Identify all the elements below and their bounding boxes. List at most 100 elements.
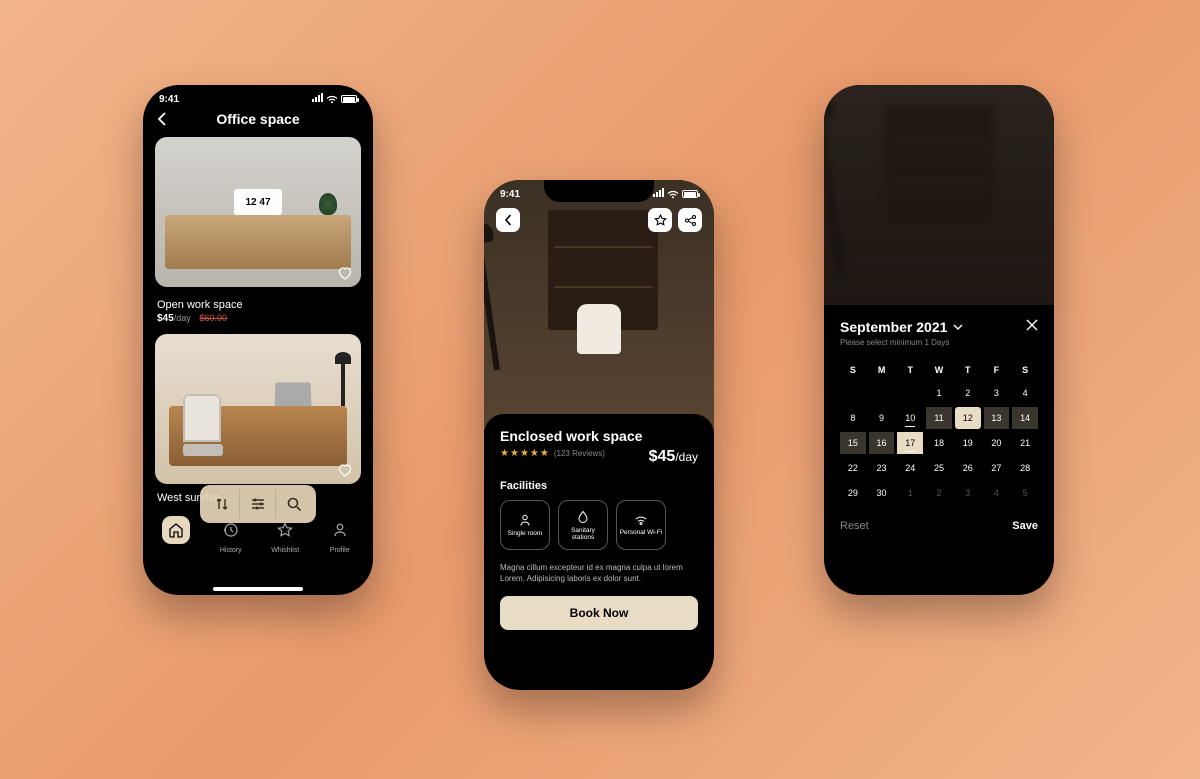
clock-display: 12 47 <box>234 189 282 215</box>
action-bar <box>200 485 316 523</box>
calendar-day[interactable]: 18 <box>926 432 952 454</box>
listing-old-price: $60.00 <box>199 313 227 323</box>
month-selector[interactable]: September 2021 <box>840 319 963 335</box>
signal-icon <box>652 188 664 200</box>
listing-image: 12 47 <box>155 137 361 287</box>
close-button[interactable] <box>1026 319 1038 331</box>
listing-image <box>155 334 361 484</box>
status-time: 9:41 <box>500 189 520 200</box>
calendar-day[interactable]: 14 <box>1012 407 1038 429</box>
dow-label: S <box>1012 361 1038 379</box>
star-icon <box>277 522 293 538</box>
calendar-day[interactable]: 4 <box>1012 382 1038 404</box>
calendar-day[interactable]: 8 <box>840 407 866 429</box>
star-icon <box>654 214 667 227</box>
favorite-button[interactable] <box>337 266 353 281</box>
calendar-day[interactable]: 25 <box>926 457 952 479</box>
battery-icon <box>682 190 698 198</box>
calendar-day[interactable]: 15 <box>840 432 866 454</box>
calendar-day <box>897 382 923 404</box>
calendar-day[interactable]: 17 <box>897 432 923 454</box>
calendar-day[interactable]: 3 <box>984 382 1010 404</box>
calendar-day[interactable]: 9 <box>869 407 895 429</box>
save-button[interactable]: Save <box>1012 520 1038 532</box>
listing-name: Open work space <box>157 299 359 311</box>
favorite-button[interactable] <box>648 208 672 232</box>
page-title: Office space <box>157 111 359 127</box>
search-button[interactable] <box>276 489 312 519</box>
calendar-day[interactable]: 5 <box>1012 482 1038 504</box>
calendar-day[interactable]: 10 <box>897 407 923 429</box>
calendar-day[interactable]: 27 <box>984 457 1010 479</box>
facility-item: Single room <box>500 500 550 550</box>
nav-profile[interactable]: Profile <box>326 516 354 554</box>
calendar-day[interactable]: 16 <box>869 432 895 454</box>
calendar-day[interactable]: 26 <box>955 457 981 479</box>
listing-price-per: /day <box>174 313 191 323</box>
sort-button[interactable] <box>204 489 240 519</box>
listing-card[interactable] <box>155 334 361 484</box>
heart-icon <box>337 463 353 478</box>
calendar-day[interactable]: 12 <box>955 407 981 429</box>
phone-detail: 9:41 Enclosed work space ★★★★★ (123 Revi… <box>484 180 714 690</box>
facilities-heading: Facilities <box>500 480 698 492</box>
detail-title: Enclosed work space <box>500 428 698 444</box>
listing-price: $45 <box>157 313 174 324</box>
filter-icon <box>251 498 265 510</box>
dow-label: W <box>926 361 952 379</box>
battery-icon <box>341 95 357 103</box>
calendar-day[interactable]: 1 <box>926 382 952 404</box>
home-indicator <box>213 587 303 591</box>
status-bar: 9:41 <box>143 85 373 107</box>
chevron-left-icon <box>504 214 512 226</box>
calendar-day[interactable]: 24 <box>897 457 923 479</box>
reset-button[interactable]: Reset <box>840 520 869 532</box>
favorite-button[interactable] <box>337 463 353 478</box>
calendar-day[interactable]: 19 <box>955 432 981 454</box>
dow-label: T <box>897 361 923 379</box>
facility-item: Sanitary stations <box>558 500 608 550</box>
calendar-day[interactable]: 22 <box>840 457 866 479</box>
filter-button[interactable] <box>240 489 276 519</box>
share-button[interactable] <box>678 208 702 232</box>
calendar-day[interactable]: 28 <box>1012 457 1038 479</box>
wifi-icon <box>634 514 648 526</box>
calendar-day[interactable]: 30 <box>869 482 895 504</box>
status-time: 9:41 <box>159 94 179 105</box>
profile-icon <box>332 522 348 538</box>
share-icon <box>684 214 697 227</box>
calendar-day[interactable]: 29 <box>840 482 866 504</box>
chevron-down-icon <box>953 324 963 330</box>
rating: ★★★★★ (123 Reviews) <box>500 448 605 459</box>
phone-calendar: September 2021 Please select minimum 1 D… <box>824 85 1054 595</box>
calendar-day[interactable]: 11 <box>926 407 952 429</box>
calendar-day[interactable]: 20 <box>984 432 1010 454</box>
calendar-day[interactable]: 3 <box>955 482 981 504</box>
listing-card[interactable]: 12 47 <box>155 137 361 287</box>
calendar-day[interactable]: 13 <box>984 407 1010 429</box>
calendar-grid: SMTWTFS123489101112131415161718192021222… <box>840 361 1038 504</box>
back-button[interactable] <box>496 208 520 232</box>
dow-label: F <box>984 361 1010 379</box>
selection-hint: Please select minimum 1 Days <box>840 338 963 347</box>
phone-listing: 9:41 Office space 12 47 Open work space … <box>143 85 373 595</box>
wifi-icon <box>326 95 338 104</box>
dow-label: M <box>869 361 895 379</box>
calendar-day[interactable]: 23 <box>869 457 895 479</box>
book-button[interactable]: Book Now <box>500 596 698 630</box>
notch <box>544 180 654 202</box>
calendar-day[interactable]: 1 <box>897 482 923 504</box>
calendar-day[interactable]: 2 <box>955 382 981 404</box>
nav-home[interactable]: Home <box>162 516 190 554</box>
signal-icon <box>311 93 323 105</box>
calendar-day[interactable]: 2 <box>926 482 952 504</box>
hero-image: 9:41 <box>484 180 714 430</box>
heart-icon <box>337 266 353 281</box>
close-icon <box>1026 319 1038 331</box>
dow-label: T <box>955 361 981 379</box>
calendar-day[interactable]: 21 <box>1012 432 1038 454</box>
calendar-day <box>840 382 866 404</box>
calendar-day[interactable]: 4 <box>984 482 1010 504</box>
search-icon <box>287 497 302 512</box>
review-count: (123 Reviews) <box>554 449 605 458</box>
